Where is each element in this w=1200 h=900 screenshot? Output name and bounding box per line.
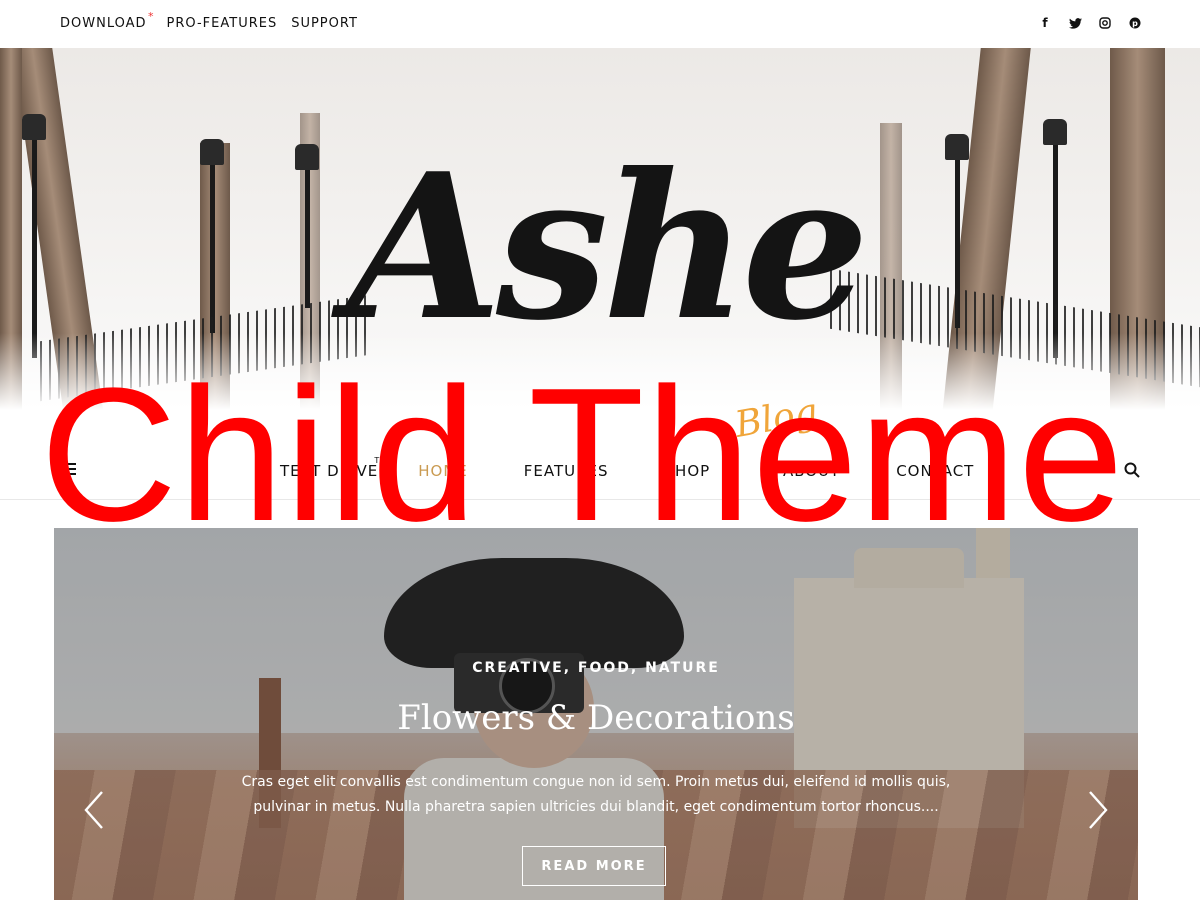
twitter-icon[interactable] (1068, 16, 1082, 30)
top-menu-support[interactable]: SUPPORT (291, 16, 358, 31)
top-menu-pro-features[interactable]: PRO-FEATURES (167, 16, 278, 31)
pinterest-icon[interactable]: p (1128, 16, 1142, 30)
read-more-button[interactable]: READ MORE (522, 846, 666, 886)
slide-excerpt: Cras eget elit convallis est condimentum… (241, 774, 951, 815)
lamp-post (295, 144, 319, 308)
instagram-icon[interactable] (1098, 16, 1112, 30)
top-menu-download[interactable]: DOWNLOAD * (60, 10, 154, 31)
slide-title[interactable]: Flowers & Decorations (54, 698, 1138, 738)
svg-text:p: p (1132, 19, 1138, 28)
slider-prev-arrow-icon[interactable] (84, 790, 104, 830)
lamp-post (22, 114, 46, 358)
site-logo-title[interactable]: Ashe (345, 148, 869, 348)
social-icons: f p (1038, 16, 1142, 30)
download-label: DOWNLOAD (60, 16, 147, 31)
search-icon[interactable] (1124, 462, 1140, 478)
slide-categories[interactable]: CREATIVE, FOOD, NATURE (54, 660, 1138, 676)
featured-slider: CREATIVE, FOOD, NATURE Flowers & Decorat… (54, 528, 1138, 900)
slider-next-arrow-icon[interactable] (1088, 790, 1108, 830)
top-menu: DOWNLOAD * PRO-FEATURES SUPPORT (60, 10, 358, 31)
download-star: * (148, 10, 155, 23)
facebook-icon[interactable]: f (1038, 16, 1052, 30)
child-theme-overlay-text: Child Theme (40, 349, 1125, 561)
top-bar: DOWNLOAD * PRO-FEATURES SUPPORT f p (0, 0, 1200, 49)
lamp-post (200, 139, 224, 333)
